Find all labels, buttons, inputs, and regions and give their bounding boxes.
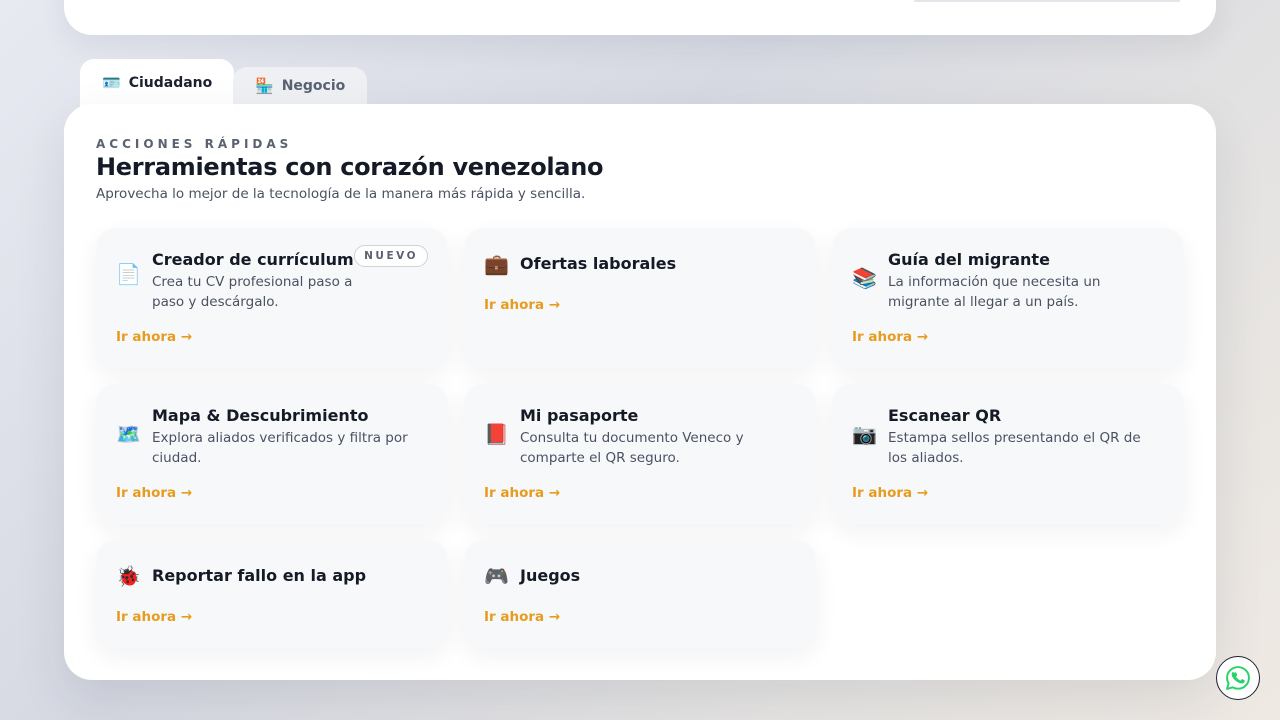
tile-title: Guía del migrante (888, 250, 1050, 269)
new-badge: NUEVO (354, 245, 428, 267)
go-now-link[interactable]: Ir ahora → (484, 609, 560, 625)
tile-title: Creador de currículum (152, 250, 354, 269)
ladybug-icon: 🐞 (116, 564, 141, 588)
quick-actions-panel: ACCIONES RÁPIDAS Herramientas con corazó… (64, 104, 1216, 680)
whatsapp-button[interactable] (1216, 656, 1260, 700)
camera-icon: 📷 (852, 422, 877, 446)
go-now-link[interactable]: Ir ahora → (116, 485, 192, 501)
top-card (64, 0, 1216, 35)
section-subtitle: Aprovecha lo mejor de la tecnología de l… (96, 186, 586, 202)
tile-ofertas-laborales[interactable]: 💼 Ofertas laborales Ir ahora → (464, 228, 816, 368)
go-now-link[interactable]: Ir ahora → (484, 297, 560, 313)
tile-juegos[interactable]: 🎮 Juegos Ir ahora → (464, 540, 816, 648)
tile-description: La información que necesita un migrante … (888, 274, 1101, 310)
tile-escanear-qr[interactable]: 📷 Escanear QR Estampa sellos presentando… (832, 384, 1184, 524)
map-icon: 🗺️ (116, 422, 141, 446)
tile-title: Reportar fallo en la app (152, 566, 367, 585)
tile-creador-curriculum[interactable]: 📄 Creador de currículum NUEVO Crea tu CV… (96, 228, 448, 368)
top-card-fragment-pill (914, 0, 1180, 2)
id-card-icon: 🪪 (102, 73, 121, 92)
go-now-link[interactable]: Ir ahora → (852, 485, 928, 501)
tile-mi-pasaporte[interactable]: 📕 Mi pasaporte Consulta tu documento Ven… (464, 384, 816, 524)
go-now-link[interactable]: Ir ahora → (852, 329, 928, 345)
tile-description: Estampa sellos presentando el QR de los … (888, 430, 1141, 466)
tile-title: Mi pasaporte (520, 406, 639, 425)
tile-title: Escanear QR (888, 406, 1002, 425)
passport-icon: 📕 (484, 422, 509, 446)
tab-ciudadano[interactable]: 🪪 Ciudadano (80, 59, 235, 107)
tile-description: Consulta tu documento Veneco y comparte … (520, 430, 744, 466)
tile-title: Ofertas laborales (520, 254, 677, 273)
tile-title: Mapa & Descubrimiento (152, 406, 369, 425)
go-now-link[interactable]: Ir ahora → (116, 609, 192, 625)
whatsapp-icon (1226, 666, 1250, 690)
tile-mapa-descubrimiento[interactable]: 🗺️ Mapa & Descubrimiento Explora aliados… (96, 384, 448, 524)
tile-title: Juegos (520, 566, 581, 585)
store-icon: 🏪 (255, 76, 274, 95)
tile-guia-migrante[interactable]: 📚 Guía del migrante La información que n… (832, 228, 1184, 368)
books-icon: 📚 (852, 266, 877, 290)
section-eyebrow: ACCIONES RÁPIDAS (96, 137, 293, 151)
tile-description: Crea tu CV profesional paso a paso y des… (152, 274, 353, 310)
document-icon: 📄 (116, 262, 141, 286)
tile-description: Explora aliados verificados y filtra por… (152, 430, 408, 466)
gamepad-icon: 🎮 (484, 564, 509, 588)
section-title: Herramientas con corazón venezolano (96, 153, 604, 181)
tab-label: Negocio (281, 78, 346, 94)
tab-negocio[interactable]: 🏪 Negocio (233, 67, 368, 105)
go-now-link[interactable]: Ir ahora → (484, 485, 560, 501)
briefcase-icon: 💼 (484, 252, 509, 276)
go-now-link[interactable]: Ir ahora → (116, 329, 192, 345)
tile-reportar-fallo[interactable]: 🐞 Reportar fallo en la app Ir ahora → (96, 540, 448, 648)
tab-label: Ciudadano (128, 75, 213, 91)
